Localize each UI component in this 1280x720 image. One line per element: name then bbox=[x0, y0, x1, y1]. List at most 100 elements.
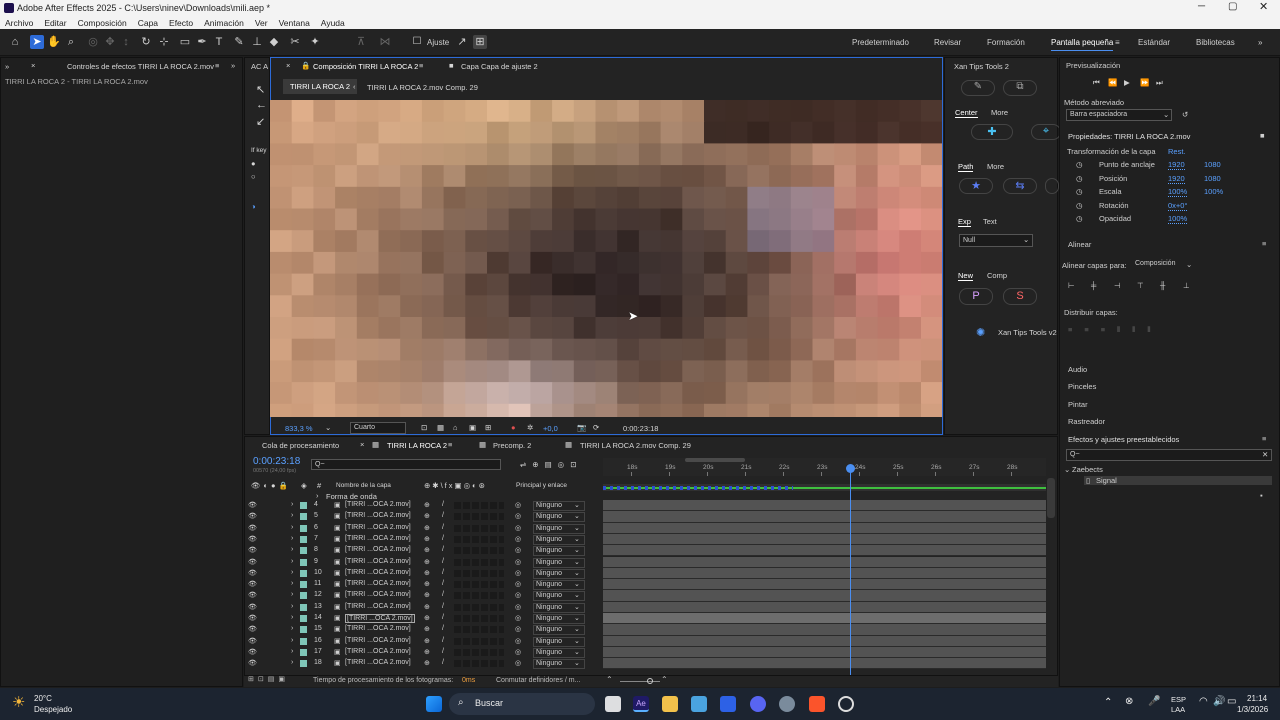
xan-tab-new[interactable]: New bbox=[958, 271, 974, 281]
zoom-dropdown-icon[interactable]: ⌄ bbox=[325, 423, 331, 432]
shy-switch-icon[interactable]: ⊕ bbox=[424, 535, 430, 543]
switch-boxes[interactable] bbox=[454, 581, 504, 589]
visibility-icon[interactable]: 👁 bbox=[248, 535, 257, 543]
info-icon[interactable]: ◑ bbox=[251, 202, 256, 211]
reset-icon[interactable]: ↺ bbox=[1182, 110, 1188, 119]
shy-switch-icon[interactable]: ⊕ bbox=[424, 625, 430, 633]
layer-tab[interactable]: Capa Capa de ajuste 2 bbox=[461, 62, 538, 71]
puppet-tool-icon[interactable]: ✦ bbox=[308, 35, 322, 49]
timeline-scrollbar[interactable] bbox=[1047, 478, 1055, 518]
layer-bar[interactable] bbox=[603, 556, 1046, 568]
shy-switch-icon[interactable]: ⊕ bbox=[424, 558, 430, 566]
layer-name[interactable]: [TIRRI ...OCA 2.mov] bbox=[345, 501, 411, 508]
menu-item[interactable]: Animación bbox=[204, 18, 244, 28]
layer-bar[interactable] bbox=[603, 635, 1046, 647]
layer-name[interactable]: [TIRRI ...OCA 2.mov] bbox=[345, 648, 411, 655]
xan-tab-exp[interactable]: Exp bbox=[958, 217, 971, 227]
quality-switch-icon[interactable]: / bbox=[442, 558, 444, 565]
menu-item[interactable]: Ver bbox=[255, 18, 268, 28]
label-color-icon[interactable] bbox=[300, 603, 307, 611]
effects-search[interactable]: Q~ bbox=[1066, 449, 1272, 461]
expand-icon[interactable]: › bbox=[291, 512, 293, 519]
tab-close-icon[interactable]: × bbox=[31, 61, 35, 70]
align-menu-icon[interactable]: ≡ bbox=[1262, 239, 1266, 248]
toggle-switches-link[interactable]: Conmutar definidores / m... bbox=[496, 677, 580, 684]
visibility-icon[interactable]: 👁 bbox=[248, 512, 257, 520]
prop-value-1[interactable]: 100% bbox=[1168, 214, 1188, 224]
expand-icon[interactable]: › bbox=[291, 648, 293, 655]
composition-frame[interactable] bbox=[270, 100, 942, 417]
expand-icon[interactable]: › bbox=[291, 501, 293, 508]
timeline-search[interactable]: Q~ bbox=[311, 459, 501, 470]
xan-center-button[interactable]: ✚ bbox=[971, 124, 1013, 140]
label-color-icon[interactable] bbox=[300, 592, 307, 600]
switch-boxes[interactable] bbox=[454, 660, 504, 668]
menu-item[interactable]: Ventana bbox=[279, 18, 310, 28]
workspace-pantalla-pequena[interactable]: Pantalla pequeña bbox=[1051, 38, 1114, 51]
prop-value-1[interactable]: 1920 bbox=[1168, 160, 1185, 170]
pickwhip-icon[interactable]: ◎ bbox=[515, 591, 521, 599]
switch-boxes[interactable] bbox=[454, 615, 504, 622]
pickwhip-icon[interactable]: ◎ bbox=[515, 546, 521, 554]
pickwhip-icon[interactable]: ◎ bbox=[515, 648, 521, 656]
volume-icon[interactable]: 🔊 bbox=[1213, 696, 1225, 707]
rectangle-tool-icon[interactable]: ▭ bbox=[178, 35, 192, 49]
pickwhip-icon[interactable]: ◎ bbox=[515, 625, 521, 633]
visibility-icon[interactable]: 👁 bbox=[248, 614, 257, 622]
zoom-value[interactable]: 833,3 % bbox=[285, 424, 313, 433]
label-color-icon[interactable] bbox=[300, 615, 307, 622]
reset-link[interactable]: Rest. bbox=[1168, 147, 1186, 156]
quality-switch-icon[interactable]: / bbox=[442, 648, 444, 655]
pickwhip-icon[interactable]: ◎ bbox=[515, 614, 521, 622]
shy-switch-icon[interactable]: ⊕ bbox=[424, 659, 430, 667]
layer-name[interactable]: [TIRRI ...OCA 2.mov] bbox=[345, 558, 411, 565]
show-snapshot-icon[interactable]: ⟳ bbox=[593, 423, 599, 432]
timeline-tab-precomp[interactable]: Precomp. 2 bbox=[493, 441, 531, 450]
layer-name[interactable]: [TIRRI ...OCA 2.mov] bbox=[345, 524, 411, 531]
snap-a-icon[interactable]: ⊼ bbox=[354, 35, 368, 49]
new-folder-icon[interactable]: ▪ bbox=[1260, 491, 1263, 500]
playhead-head-icon[interactable] bbox=[846, 464, 855, 473]
tray-chevron-icon[interactable]: ⌃ bbox=[1104, 697, 1112, 708]
xan-path-button[interactable]: ⇆ bbox=[1003, 178, 1037, 194]
layer-bar[interactable] bbox=[603, 590, 1046, 602]
label-color-icon[interactable] bbox=[300, 535, 307, 543]
shy-switch-icon[interactable]: ⊕ bbox=[424, 546, 430, 554]
visibility-icon[interactable]: 👁 bbox=[248, 546, 257, 554]
xan-tab-text[interactable]: Text bbox=[983, 217, 997, 226]
taskview-icon[interactable] bbox=[605, 696, 621, 712]
switch-boxes[interactable] bbox=[454, 547, 504, 555]
quality-switch-icon[interactable]: / bbox=[442, 625, 444, 632]
pickwhip-icon[interactable]: ◎ bbox=[515, 637, 521, 645]
app-blue-icon[interactable] bbox=[720, 696, 736, 712]
menu-item[interactable]: Capa bbox=[138, 18, 158, 28]
layer-row[interactable]: 👁 › 10 ▣ [TIRRI ...OCA 2.mov] ⊕ / ◎ Ninguno ⌄ bbox=[244, 568, 604, 579]
discord-icon[interactable] bbox=[750, 696, 766, 712]
layer-name[interactable]: [TIRRI ...OCA 2.mov] bbox=[345, 591, 411, 598]
label-color-icon[interactable] bbox=[300, 660, 307, 668]
shy-switch-icon[interactable]: ⊕ bbox=[424, 580, 430, 588]
expand-icon[interactable]: › bbox=[291, 591, 293, 598]
effects-folder[interactable]: Zaebects bbox=[1072, 465, 1103, 474]
xan-p-button[interactable]: P bbox=[959, 288, 993, 305]
layer-name[interactable]: [TIRRI ...OCA 2.mov] bbox=[345, 512, 411, 519]
expand-icon[interactable]: › bbox=[291, 659, 293, 666]
align-bottom-icon[interactable]: ⊥ bbox=[1183, 281, 1190, 290]
xan-tab-more[interactable]: More bbox=[991, 108, 1008, 117]
quality-switch-icon[interactable]: / bbox=[442, 569, 444, 576]
selection-tool-icon[interactable]: ➤ bbox=[30, 35, 44, 49]
layer-name[interactable]: [TIRRI ...OCA 2.mov] bbox=[345, 625, 411, 632]
shy-switch-icon[interactable]: ⊕ bbox=[424, 501, 430, 509]
home-icon[interactable]: ⌂ bbox=[8, 35, 22, 49]
resolution-select[interactable]: Cuarto bbox=[350, 422, 406, 434]
work-area-bar[interactable] bbox=[685, 458, 745, 462]
pickwhip-icon[interactable]: ◎ bbox=[515, 580, 521, 588]
lang-2[interactable]: LAA bbox=[1171, 705, 1185, 714]
maximize-icon[interactable]: ▢ bbox=[1228, 1, 1237, 12]
prop-value-2[interactable]: 1080 bbox=[1204, 174, 1221, 183]
quality-switch-icon[interactable]: / bbox=[442, 603, 444, 610]
hand-tool-icon[interactable]: ✋ bbox=[47, 35, 61, 49]
breadcrumb-active[interactable]: TIRRI LA ROCA 2 bbox=[283, 79, 358, 94]
pickwhip-icon[interactable]: ◎ bbox=[515, 535, 521, 543]
anchor-tool-icon[interactable]: ⊹ bbox=[157, 35, 171, 49]
